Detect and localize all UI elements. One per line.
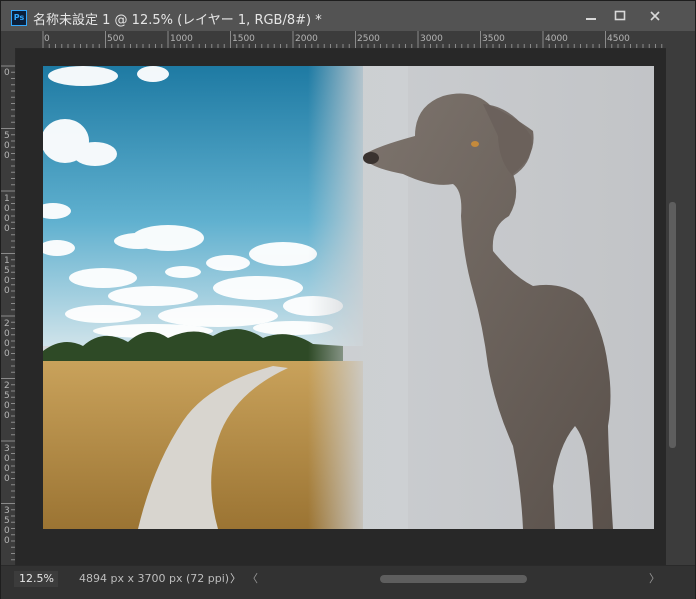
ruler-origin[interactable] <box>1 31 15 48</box>
document-window: Ps 名称未設定 1 @ 12.5% (レイヤー 1, RGB/8#) * 0 … <box>0 0 696 599</box>
composite-image <box>43 66 654 529</box>
ruler-label: 2000 <box>4 319 10 359</box>
ruler-label: 500 <box>4 131 10 161</box>
title-bar[interactable]: Ps 名称未設定 1 @ 12.5% (レイヤー 1, RGB/8#) * <box>1 1 695 31</box>
status-bar: 12.5% 4894 px x 3700 px (72 ppi) 〉 〈 〉 <box>1 565 695 599</box>
horizontal-scrollbar[interactable]: 〈 〉 <box>245 571 664 587</box>
info-menu-arrow-icon[interactable]: 〉 <box>230 571 241 587</box>
photoshop-logo-icon: Ps <box>11 10 27 26</box>
ruler-label: 3000 <box>4 444 10 484</box>
ruler-label: 2000 <box>295 34 318 44</box>
scroll-right-icon[interactable]: 〉 <box>649 571 660 587</box>
ruler-label: 4000 <box>545 34 568 44</box>
scroll-left-icon[interactable]: 〈 <box>247 571 258 587</box>
maximize-button[interactable] <box>607 5 633 27</box>
close-icon <box>650 11 660 21</box>
ruler-label: 2500 <box>357 34 380 44</box>
ruler-label: 1500 <box>4 256 10 296</box>
ruler-label: 1000 <box>170 34 193 44</box>
close-button[interactable] <box>642 5 668 27</box>
document-canvas[interactable] <box>43 66 654 529</box>
ruler-label: 1000 <box>4 194 10 234</box>
ruler-label: 4500 <box>607 34 630 44</box>
minimize-button[interactable] <box>578 5 604 27</box>
vertical-scrollbar[interactable] <box>666 31 680 565</box>
dog-nose <box>363 152 379 164</box>
ruler-label: 3500 <box>4 506 10 546</box>
ruler-label: 3500 <box>482 34 505 44</box>
ruler-label: 3000 <box>420 34 443 44</box>
ruler-label: 500 <box>107 34 125 44</box>
blend-fade <box>308 66 408 529</box>
zoom-field[interactable]: 12.5% <box>14 571 58 587</box>
minimize-icon <box>586 18 596 20</box>
horizontal-scroll-thumb[interactable] <box>380 575 527 583</box>
dog-eye <box>471 141 479 147</box>
maximize-icon <box>614 10 626 21</box>
vertical-ruler[interactable]: 0 500 1000 1500 2000 2500 3000 3500 <box>1 48 16 565</box>
document-info: 4894 px x 3700 px (72 ppi) <box>79 572 230 585</box>
vertical-ruler-ticks <box>1 65 15 561</box>
ruler-label: 2500 <box>4 381 10 421</box>
vertical-scroll-thumb[interactable] <box>669 202 676 448</box>
horizontal-ruler[interactable]: 0 500 1000 1500 2000 2500 3000 3500 4000… <box>15 31 666 49</box>
ruler-label: 0 <box>44 34 50 44</box>
ruler-label: 1500 <box>232 34 255 44</box>
document-title: 名称未設定 1 @ 12.5% (レイヤー 1, RGB/8#) * <box>33 13 322 28</box>
ruler-label: 0 <box>4 68 10 78</box>
